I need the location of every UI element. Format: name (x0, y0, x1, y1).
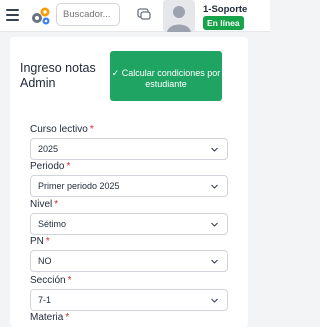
user-avatar-icon[interactable] (163, 0, 195, 32)
label-curso-lectivo: Curso lectivo * (30, 124, 94, 135)
gears-icon[interactable] (30, 6, 52, 26)
page-gutter (250, 32, 270, 320)
select-nivel[interactable]: Sétimo (30, 213, 228, 235)
select-periodo[interactable]: Primer periodo 2025 (30, 175, 228, 197)
calculate-button-label: Calcular condiciones por estudiante (121, 67, 221, 90)
hamburger-icon[interactable] (6, 9, 19, 21)
label-nivel: Nivel * (30, 199, 59, 210)
user-name[interactable]: 1-Soporte (203, 4, 247, 15)
label-materia: Materia * (30, 312, 70, 323)
select-value: NO (38, 256, 52, 266)
chevron-down-icon (211, 222, 218, 227)
chevron-down-icon (211, 184, 218, 189)
top-bar: 1-Soporte En línea (0, 0, 270, 32)
check-icon: ✓ (111, 67, 120, 78)
label-pn: PN * (30, 236, 50, 247)
page-title: Ingreso notas Admin (20, 61, 96, 90)
select-pn[interactable]: NO (30, 250, 228, 272)
calculate-conditions-button[interactable]: ✓ Calcular condiciones por estudiante (110, 51, 222, 101)
select-value: Sétimo (38, 219, 67, 229)
status-badge: En línea (203, 16, 244, 30)
label-periodo: Periodo * (30, 161, 71, 172)
select-seccion[interactable]: 7-1 (30, 289, 228, 311)
search-input[interactable] (56, 3, 120, 26)
chevron-down-icon (211, 298, 218, 303)
select-value: 2025 (38, 144, 59, 154)
chat-icon[interactable] (137, 7, 151, 21)
chevron-down-icon (211, 259, 218, 264)
select-curso-lectivo[interactable]: 2025 (30, 138, 228, 160)
select-value: 7-1 (38, 295, 52, 305)
label-seccion: Sección * (30, 275, 72, 286)
chevron-down-icon (211, 147, 218, 152)
select-value: Primer periodo 2025 (38, 181, 120, 191)
